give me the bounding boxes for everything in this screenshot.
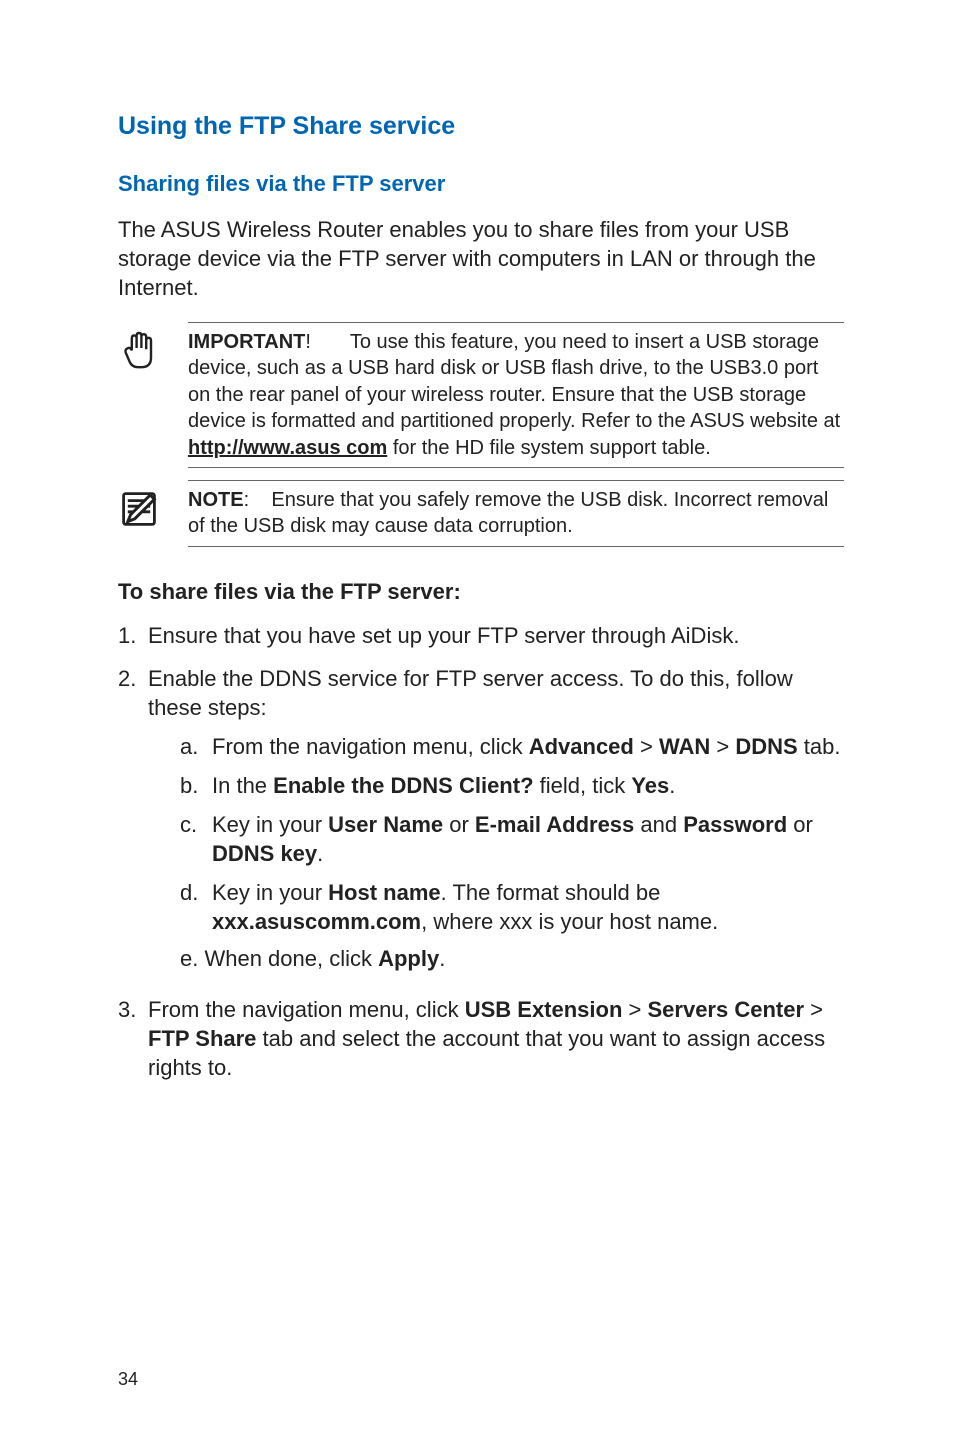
t: E-mail Address (475, 812, 634, 837)
t: DDNS (735, 734, 797, 759)
important-link[interactable]: http://www.asus com (188, 437, 387, 459)
step-2: 2. Enable the DDNS service for FTP serve… (118, 664, 844, 981)
substep-e: e. When done, click Apply. (148, 944, 844, 973)
note-body: Ensure that you safely remove the USB di… (188, 489, 828, 537)
substep-text: From the navigation menu, click Advanced… (212, 732, 844, 761)
step-number: 3. (118, 995, 148, 1082)
section-heading: Using the FTP Share service (118, 112, 844, 141)
t: field, tick (534, 773, 632, 798)
step-text: From the navigation menu, click USB Exte… (148, 995, 844, 1082)
substep-b: b. In the Enable the DDNS Client? field,… (148, 771, 844, 800)
t: xxx.asuscomm.com (212, 909, 421, 934)
important-content: IMPORTANT! To use this feature, you need… (188, 322, 844, 468)
t: > (634, 734, 659, 759)
t: In the (212, 773, 273, 798)
step-number: 1. (118, 621, 148, 650)
step-text: Ensure that you have set up your FTP ser… (148, 621, 844, 650)
step-number: 2. (118, 664, 148, 981)
important-label: IMPORTANT (188, 331, 305, 353)
important-body-after: for the HD file system support table. (387, 437, 710, 459)
note-callout: NOTE: Ensure that you safely remove the … (118, 480, 844, 547)
t: USB Extension (465, 997, 623, 1022)
steps-heading: To share files via the FTP server: (118, 579, 844, 605)
note-content: NOTE: Ensure that you safely remove the … (188, 480, 844, 547)
t: Servers Center (647, 997, 804, 1022)
t: WAN (659, 734, 710, 759)
t: > (622, 997, 647, 1022)
t: Enable the DDNS Client? (273, 773, 533, 798)
t: or (443, 812, 475, 837)
step-text: Enable the DDNS service for FTP server a… (148, 664, 844, 981)
subsection-heading: Sharing files via the FTP server (118, 171, 844, 197)
t: FTP Share (148, 1026, 256, 1051)
important-punct: ! (305, 331, 311, 353)
t: or (787, 812, 813, 837)
t: . (439, 946, 445, 971)
t: Apply (378, 946, 439, 971)
t: User Name (328, 812, 443, 837)
t: Advanced (529, 734, 634, 759)
t: > (804, 997, 823, 1022)
substep-letter: b. (180, 771, 212, 800)
substep-letter: d. (180, 878, 212, 936)
substep-d: d. Key in your Host name. The format sho… (148, 878, 844, 936)
step-1: 1. Ensure that you have set up your FTP … (118, 621, 844, 650)
t: , where xxx is your host name. (421, 909, 718, 934)
t: . (669, 773, 675, 798)
page-number: 34 (118, 1369, 138, 1390)
note-icon (118, 480, 188, 535)
important-callout: IMPORTANT! To use this feature, you need… (118, 322, 844, 468)
substep-letter: c. (180, 810, 212, 868)
step-3: 3. From the navigation menu, click USB E… (118, 995, 844, 1082)
t: > (710, 734, 735, 759)
t: DDNS key (212, 841, 317, 866)
substep-letter: a. (180, 732, 212, 761)
t: Key in your (212, 880, 328, 905)
substep-c: c. Key in your User Name or E-mail Addre… (148, 810, 844, 868)
t: Host name (328, 880, 440, 905)
substep-text: In the Enable the DDNS Client? field, ti… (212, 771, 844, 800)
t: From the navigation menu, click (148, 997, 465, 1022)
substep-text: Key in your Host name. The format should… (212, 878, 844, 936)
t: tab. (798, 734, 841, 759)
t: e. When done, click (180, 946, 378, 971)
hand-icon (118, 322, 188, 377)
intro-paragraph: The ASUS Wireless Router enables you to … (118, 215, 844, 302)
t: and (634, 812, 683, 837)
note-label: NOTE (188, 489, 244, 511)
t: Yes (631, 773, 669, 798)
step-2-intro: Enable the DDNS service for FTP server a… (148, 666, 793, 720)
note-punct: : (244, 489, 250, 511)
t: From the navigation menu, click (212, 734, 529, 759)
t: . (317, 841, 323, 866)
substep-a: a. From the navigation menu, click Advan… (148, 732, 844, 761)
t: . The format should be (441, 880, 661, 905)
t: Key in your (212, 812, 328, 837)
t: Password (683, 812, 787, 837)
substep-text: Key in your User Name or E-mail Address … (212, 810, 844, 868)
